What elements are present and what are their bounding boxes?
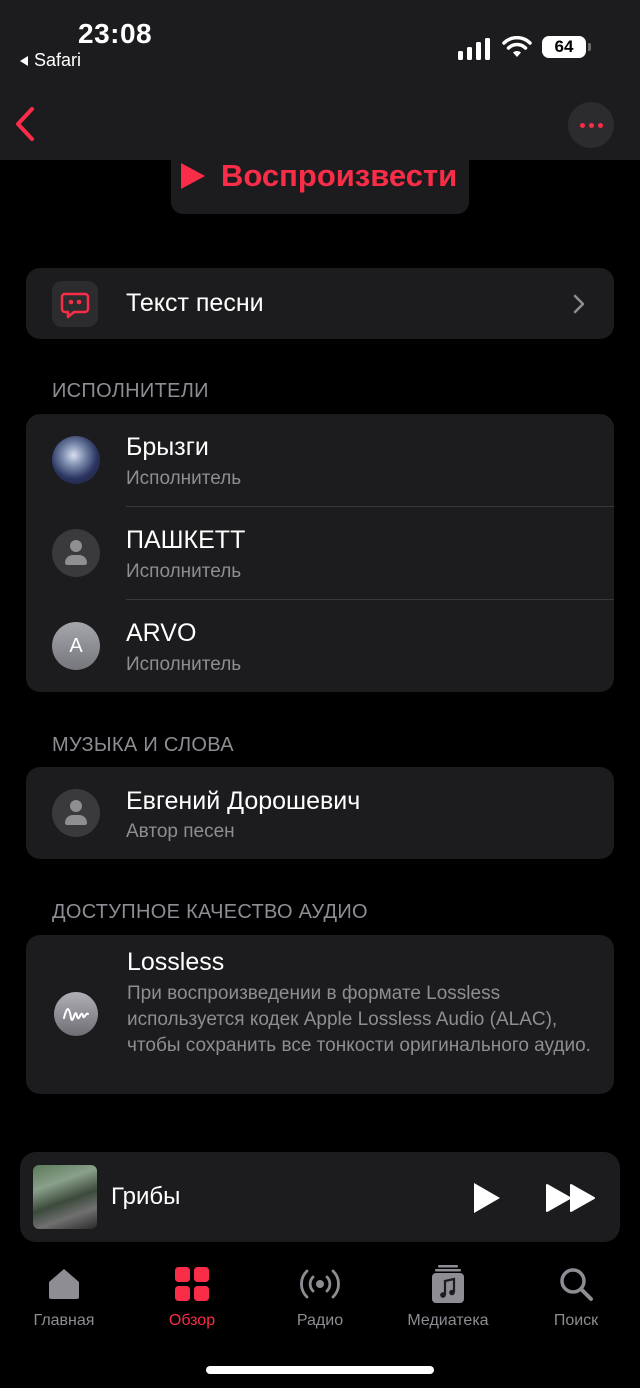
home-icon (49, 1269, 79, 1299)
battery-indicator: 64 (542, 36, 586, 58)
tab-label: Обзор (168, 1312, 216, 1329)
tab-home[interactable]: Главная (0, 1262, 128, 1342)
more-options-button[interactable] (568, 102, 614, 148)
mini-player[interactable]: Грибы (20, 1152, 620, 1242)
composers-list: Евгений Дорошевич Автор песен (26, 767, 614, 859)
composers-heading: МУЗЫКА И СЛОВА (52, 734, 234, 756)
tab-label: Медиатека (407, 1312, 489, 1329)
back-triangle-icon (20, 56, 28, 67)
more-dot-icon (580, 123, 585, 128)
performer-role: Исполнитель (126, 468, 242, 489)
more-dot-icon (598, 123, 603, 128)
mini-play-icon[interactable] (474, 1183, 500, 1213)
status-time: 23:08 (78, 18, 153, 49)
tab-label: Поиск (553, 1312, 599, 1329)
tab-label: Радио (296, 1312, 344, 1329)
tab-search[interactable]: Поиск (512, 1262, 640, 1342)
battery-tip (588, 43, 591, 51)
lyrics-row[interactable]: Текст песни (26, 268, 614, 339)
play-icon (181, 163, 205, 189)
tab-radio[interactable]: Радио (256, 1262, 384, 1342)
back-app-label: Safari (34, 50, 82, 70)
cellular-signal-icon (458, 38, 490, 60)
performer-initial-avatar: A (52, 622, 100, 670)
tab-browse[interactable]: Обзор (128, 1262, 256, 1342)
performer-role: Исполнитель (126, 654, 242, 675)
lyrics-label: Текст песни (126, 289, 264, 317)
person-placeholder-icon (52, 529, 100, 577)
library-icon (432, 1265, 464, 1303)
search-icon (560, 1268, 593, 1301)
back-to-app-link[interactable]: Safari (20, 50, 81, 71)
mini-player-title: Грибы (111, 1183, 181, 1210)
performer-photo-avatar (52, 436, 100, 484)
performer-name: Брызги (126, 433, 209, 461)
composer-name: Евгений Дорошевич (126, 787, 361, 815)
audio-quality-heading: ДОСТУПНОЕ КАЧЕСТВО АУДИО (52, 901, 368, 923)
chevron-right-icon (573, 294, 585, 314)
performer-role: Исполнитель (126, 561, 242, 582)
composer-role: Автор песен (126, 821, 235, 842)
performer-row[interactable]: A ARVO Исполнитель (26, 600, 614, 692)
performer-name: ARVO (126, 619, 197, 647)
tab-library[interactable]: Медиатека (384, 1262, 512, 1342)
lyrics-quote-icon (52, 281, 98, 327)
performers-heading: ИСПОЛНИТЕЛИ (52, 380, 209, 402)
person-placeholder-icon (52, 789, 100, 837)
lossless-description: При воспроизведении в формате Lossless и… (127, 983, 591, 1056)
back-chevron-icon[interactable] (12, 106, 42, 142)
performer-row[interactable]: ПАШКЕТТ Исполнитель (26, 507, 614, 600)
fast-forward-icon[interactable] (546, 1183, 596, 1213)
performer-row[interactable]: Брызги Исполнитель (26, 414, 614, 507)
performer-name: ПАШКЕТТ (126, 526, 246, 554)
lossless-title: Lossless (127, 948, 225, 976)
lossless-waveform-icon (54, 992, 98, 1036)
composer-row[interactable]: Евгений Дорошевич Автор песен (26, 767, 614, 859)
lossless-info-card: Lossless При воспроизведении в формате L… (26, 935, 614, 1094)
performers-list: Брызги Исполнитель ПАШКЕТТ Исполнитель A… (26, 414, 614, 692)
album-cover-art (33, 1165, 97, 1229)
more-dot-icon (589, 123, 594, 128)
home-indicator (206, 1366, 434, 1374)
wifi-icon (502, 36, 532, 57)
play-button[interactable]: Воспроизвести (171, 158, 469, 214)
browse-grid-icon (175, 1267, 209, 1301)
tab-label: Главная (33, 1312, 95, 1329)
radio-icon (300, 1269, 340, 1299)
play-button-label: Воспроизвести (221, 158, 458, 193)
